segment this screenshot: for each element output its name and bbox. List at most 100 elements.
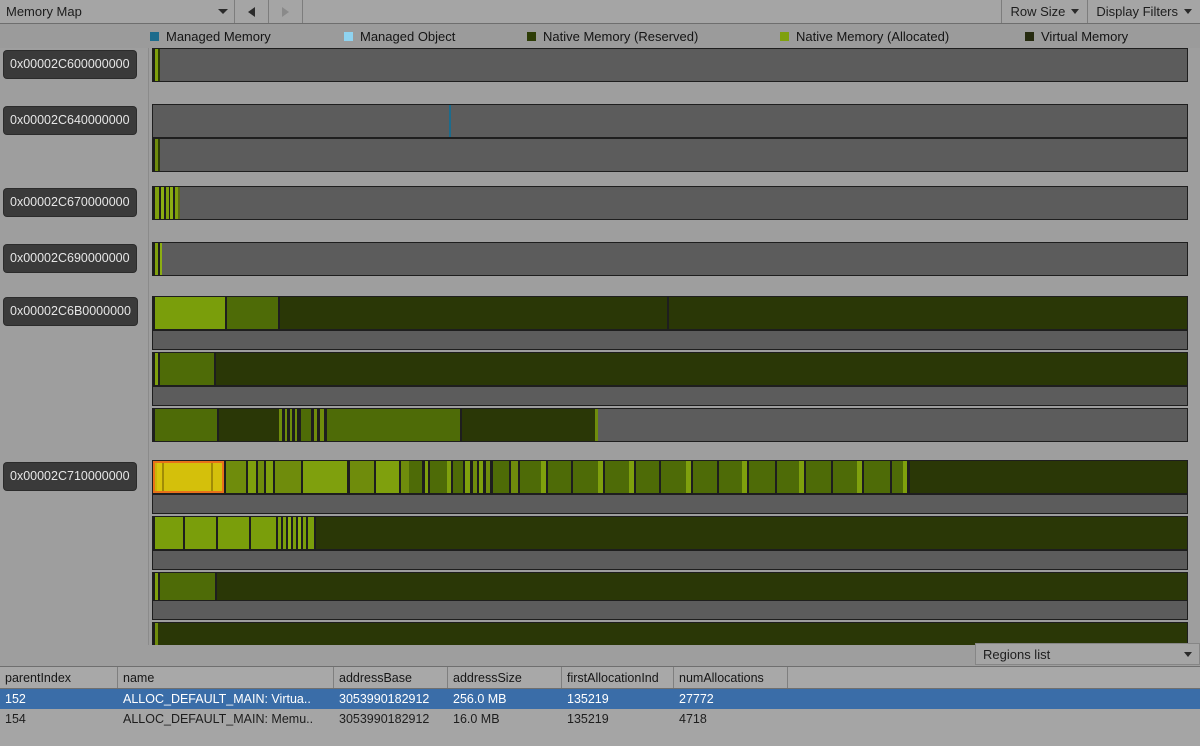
memory-segment[interactable] [218, 517, 249, 549]
memory-segment[interactable] [153, 105, 449, 137]
row-c640-1[interactable] [152, 138, 1188, 172]
memory-segment[interactable] [376, 461, 399, 493]
row-c6b0-0[interactable] [152, 296, 1188, 330]
memory-segment[interactable] [158, 623, 1187, 645]
memory-segment[interactable] [160, 49, 1187, 81]
memory-segment[interactable] [216, 353, 1187, 385]
memory-segment[interactable] [185, 517, 216, 549]
memory-segment[interactable] [636, 461, 659, 493]
column-header-firstAllocationInd[interactable]: firstAllocationInd [562, 667, 674, 688]
memory-segment[interactable] [806, 461, 831, 493]
memory-segment[interactable] [155, 297, 225, 329]
memory-segment[interactable] [162, 243, 1187, 275]
regions-table: parentIndex name addressBase addressSize fir… [0, 666, 1200, 746]
view-selector-dropdown[interactable]: Memory Map [0, 0, 235, 23]
row-c6b0-2[interactable] [152, 352, 1188, 386]
memory-segment[interactable] [303, 461, 347, 493]
row-c690-0[interactable] [152, 242, 1188, 276]
row-c710-6[interactable] [152, 622, 1188, 645]
memory-segment[interactable] [777, 461, 799, 493]
navigate-back-button[interactable] [235, 0, 269, 23]
memory-segment[interactable] [180, 187, 1187, 219]
row-c710-1[interactable] [152, 494, 1188, 514]
column-header-parentIndex[interactable]: parentIndex [0, 667, 118, 688]
row-c600-0[interactable] [152, 48, 1188, 82]
memory-segment[interactable] [511, 461, 518, 493]
legend-item-label: Native Memory (Reserved) [543, 28, 699, 44]
row-c710-5[interactable] [152, 600, 1188, 620]
row-size-label: Row Size [1010, 4, 1066, 19]
row-c670-0[interactable] [152, 186, 1188, 220]
memory-map-canvas[interactable]: 0x00002C600000000 0x00002C640000000 0x0000… [0, 48, 1200, 645]
memory-segment[interactable] [910, 461, 924, 493]
legend-item-label: Managed Object [360, 28, 456, 44]
memory-segment[interactable] [605, 461, 629, 493]
memory-segment[interactable] [153, 495, 1187, 513]
memory-segment[interactable] [749, 461, 775, 493]
memory-segment[interactable] [266, 461, 273, 493]
column-header-addressSize[interactable]: addressSize [448, 667, 562, 688]
row-c710-0[interactable] [152, 460, 1188, 494]
table-cell-addressSize: 256.0 MB [453, 692, 507, 706]
memory-segment[interactable] [275, 461, 301, 493]
memory-segment[interactable] [219, 409, 279, 441]
memory-segment[interactable] [153, 601, 1187, 619]
navigate-forward-button[interactable] [269, 0, 303, 23]
memory-segment[interactable] [153, 331, 1187, 349]
memory-segment[interactable] [661, 461, 686, 493]
memory-segment[interactable] [280, 297, 667, 329]
memory-segment[interactable] [864, 461, 890, 493]
table-cell-name: ALLOC_DEFAULT_MAIN: Memu.. [123, 712, 314, 726]
memory-segment[interactable] [327, 409, 460, 441]
regions-list-dropdown[interactable]: Regions list [975, 643, 1200, 665]
memory-segment[interactable] [669, 297, 1187, 329]
address-label-3: 0x00002C690000000 [4, 245, 136, 272]
column-header-name[interactable]: name [118, 667, 334, 688]
memory-segment[interactable] [160, 353, 214, 385]
column-header-blank[interactable] [788, 667, 1200, 688]
column-header-numAllocations[interactable]: numAllocations [674, 667, 788, 688]
memory-segment[interactable] [833, 461, 857, 493]
row-c710-3[interactable] [152, 550, 1188, 570]
memory-segment[interactable] [598, 409, 1187, 441]
memory-segment[interactable] [301, 409, 311, 441]
memory-segment[interactable] [226, 461, 246, 493]
row-c710-2[interactable] [152, 516, 1188, 550]
memory-segment[interactable] [693, 461, 717, 493]
memory-segment[interactable] [248, 461, 256, 493]
memory-segment[interactable] [430, 461, 447, 493]
column-header-addressBase[interactable]: addressBase [334, 667, 448, 688]
memory-segment[interactable] [155, 409, 217, 441]
row-c6b0-1[interactable] [152, 330, 1188, 350]
memory-segment[interactable] [520, 461, 541, 493]
display-filters-label: Display Filters [1096, 4, 1178, 19]
row-c640-0[interactable] [152, 104, 1188, 138]
memory-segment[interactable] [409, 461, 422, 493]
legend-item-2: Native Memory (Reserved) [527, 29, 698, 44]
memory-segment[interactable] [251, 517, 276, 549]
memory-segment[interactable] [924, 461, 1187, 493]
legend-item-label: Managed Memory [166, 28, 271, 44]
memory-segment[interactable] [573, 461, 598, 493]
row-c6b0-3[interactable] [152, 386, 1188, 406]
memory-segment[interactable] [350, 461, 374, 493]
table-row[interactable]: 154 ALLOC_DEFAULT_MAIN: Memu.. 30539901829… [0, 709, 1200, 729]
memory-segment[interactable] [892, 461, 903, 493]
memory-segment[interactable] [227, 297, 278, 329]
memory-segment[interactable] [453, 461, 463, 493]
row-c6b0-4[interactable] [152, 408, 1188, 442]
memory-segment[interactable] [153, 551, 1187, 569]
memory-segment[interactable] [316, 517, 1187, 549]
display-filters-menu[interactable]: Display Filters [1088, 0, 1200, 23]
table-row[interactable]: 152 ALLOC_DEFAULT_MAIN: Virtua.. 305399018… [0, 689, 1200, 709]
memory-segment[interactable] [548, 461, 571, 493]
memory-segment[interactable] [153, 387, 1187, 405]
row-size-menu[interactable]: Row Size [1002, 0, 1089, 23]
memory-segment[interactable] [160, 139, 1187, 171]
memory-segment[interactable] [493, 461, 509, 493]
memory-segment[interactable] [719, 461, 742, 493]
memory-segment[interactable] [462, 409, 595, 441]
memory-segment[interactable] [155, 517, 183, 549]
memory-segment[interactable] [401, 461, 409, 493]
memory-segment[interactable] [451, 105, 1187, 137]
